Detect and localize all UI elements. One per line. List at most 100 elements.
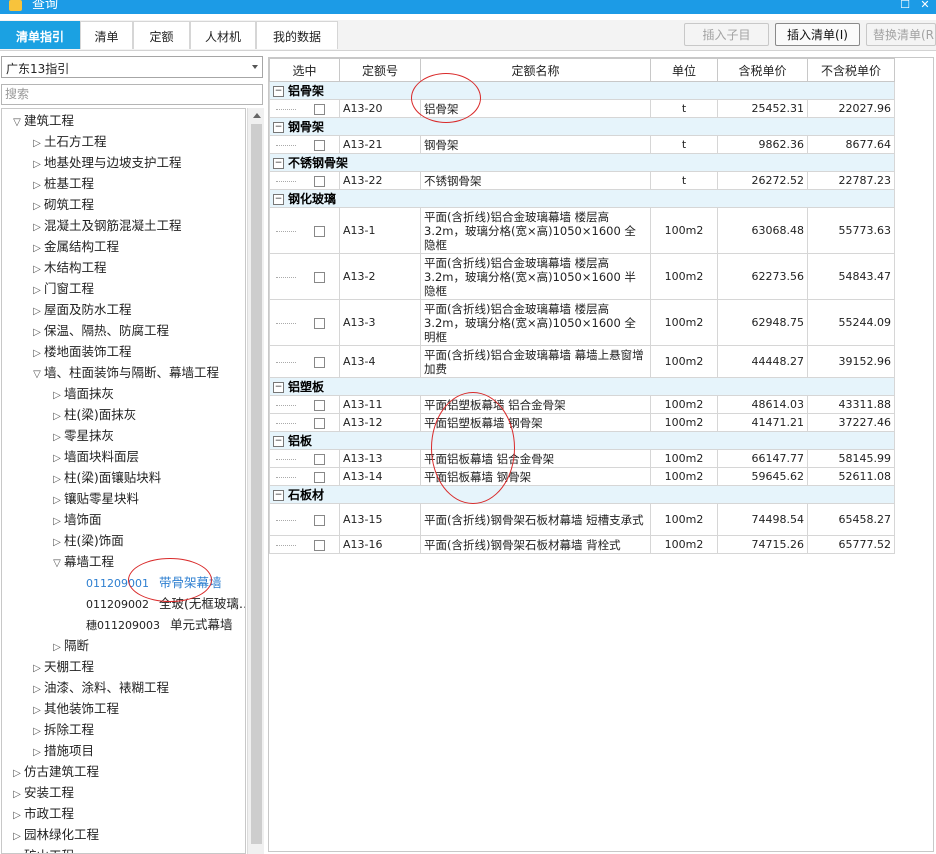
guide-select[interactable]: 广东13指引	[1, 56, 263, 78]
table-row[interactable]: A13-12 平面铝塑板幕墙 钢骨架 100m2 41471.21 37227.46	[269, 413, 895, 432]
expand-icon[interactable]: ▷	[30, 701, 44, 721]
expand-icon[interactable]: ▷	[30, 344, 44, 364]
collapse-icon[interactable]: −	[273, 490, 284, 501]
collapse-icon[interactable]: −	[273, 86, 284, 97]
table-row[interactable]: A13-21 钢骨架 t 9862.36 8677.64	[269, 135, 895, 154]
table-row[interactable]: A13-20 铝骨架 t 25452.31 22027.96	[269, 99, 895, 118]
collapse-icon[interactable]: −	[273, 122, 284, 133]
tree-node[interactable]: ▷ 楼地面装饰工程	[30, 342, 131, 364]
tree-node[interactable]: ▷ 园林绿化工程	[10, 825, 99, 845]
tree-node[interactable]: ▷ 措施项目	[30, 741, 94, 761]
table-row[interactable]: A13-15 平面(含折线)钢骨架石板材幕墙 短槽支承式 100m2 74498.54…	[269, 503, 895, 536]
tree-node[interactable]: ▷ 安装工程	[10, 783, 74, 803]
expand-icon[interactable]: ▷	[10, 848, 24, 853]
group-row[interactable]: − 钢骨架	[269, 117, 895, 136]
tree-node[interactable]: ▷ 桩基工程	[30, 174, 94, 194]
expand-icon[interactable]: ▷	[30, 239, 44, 259]
expand-icon[interactable]: ▷	[30, 680, 44, 700]
scroll-up-icon[interactable]	[253, 113, 261, 118]
tree-node[interactable]: ▷ 隔断	[50, 636, 89, 656]
tree-node[interactable]: ▽ 建筑工程	[10, 111, 74, 131]
replace-list-button[interactable]: 替换清单(R)	[866, 23, 936, 46]
table-row[interactable]: A13-14 平面铝板幕墙 钢骨架 100m2 59645.62 52611.08	[269, 467, 895, 486]
expand-icon[interactable]: ▷	[30, 722, 44, 742]
row-checkbox[interactable]	[314, 453, 325, 465]
table-row[interactable]: A13-2 平面(含折线)铝合金玻璃幕墙 楼层高3.2m，玻璃分格(宽×高)105…	[269, 253, 895, 300]
tree-node[interactable]: ▷ 柱(梁)面抹灰	[50, 405, 136, 425]
tree-node[interactable]: ▷ 屋面及防水工程	[30, 300, 131, 322]
collapse-icon[interactable]: ▽	[50, 554, 64, 574]
maximize-icon[interactable]: ☐	[898, 0, 912, 12]
tree-node[interactable]: ▷ 柱(梁)饰面	[50, 531, 124, 551]
expand-icon[interactable]: ▷	[10, 764, 24, 784]
expand-icon[interactable]: ▷	[10, 785, 24, 805]
insert-list-button[interactable]: 插入清单(I)	[775, 23, 860, 46]
col-header-code[interactable]: 定额号	[339, 58, 421, 82]
tree-node[interactable]: ▷ 墙面块料面层	[50, 447, 139, 467]
close-icon[interactable]: ✕	[918, 0, 932, 12]
tree-node[interactable]: ▷ 天棚工程	[30, 657, 94, 677]
expand-icon[interactable]: ▷	[50, 449, 64, 469]
row-checkbox[interactable]	[314, 471, 325, 483]
row-checkbox[interactable]	[314, 225, 325, 237]
tree-node[interactable]: ▷ 墙饰面	[50, 510, 101, 532]
expand-icon[interactable]: ▷	[10, 827, 24, 847]
group-row[interactable]: − 不锈钢骨架	[269, 153, 895, 172]
row-checkbox[interactable]	[314, 399, 325, 411]
table-row[interactable]: A13-13 平面铝板幕墙 铝合金骨架 100m2 66147.77 58145.99	[269, 449, 895, 468]
tree-node[interactable]: ▷ 柱(梁)面镶贴块料	[50, 468, 161, 488]
table-row[interactable]: A13-3 平面(含折线)铝合金玻璃幕墙 楼层高3.2m，玻璃分格(宽×高)105…	[269, 299, 895, 346]
expand-icon[interactable]: ▷	[50, 386, 64, 406]
tree-node[interactable]: ▷ 木结构工程	[30, 258, 106, 278]
col-header-unit[interactable]: 单位	[650, 58, 718, 82]
tree-node[interactable]: ▷ 混凝土及钢筋混凝土工程	[30, 216, 181, 238]
tree-node[interactable]: ▷ 门窗工程	[30, 279, 94, 299]
tree-node[interactable]: ▷ 土石方工程	[30, 132, 106, 152]
expand-icon[interactable]: ▷	[30, 302, 44, 322]
expand-icon[interactable]: ▷	[30, 197, 44, 217]
collapse-icon[interactable]: −	[273, 158, 284, 169]
expand-icon[interactable]: ▷	[30, 218, 44, 238]
tab-list-guide[interactable]: 清单指引	[0, 21, 80, 49]
tree-node[interactable]: ▷ 其他装饰工程	[30, 699, 119, 719]
expand-icon[interactable]: ▷	[30, 176, 44, 196]
collapse-icon[interactable]: ▽	[10, 113, 24, 133]
tab-quota[interactable]: 定额	[133, 21, 190, 49]
table-row[interactable]: A13-11 平面铝塑板幕墙 铝合金骨架 100m2 48614.03 43311.88	[269, 395, 895, 414]
expand-icon[interactable]: ▷	[50, 638, 64, 658]
group-row[interactable]: − 铝塑板	[269, 377, 895, 396]
tree-node[interactable]: ▷ 零星抹灰	[50, 426, 114, 446]
expand-icon[interactable]: ▷	[10, 806, 24, 826]
table-row[interactable]: A13-1 平面(含折线)铝合金玻璃幕墙 楼层高3.2m，玻璃分格(宽×高)105…	[269, 207, 895, 254]
expand-icon[interactable]: ▷	[30, 659, 44, 679]
table-row[interactable]: A13-16 平面(含折线)钢骨架石板材幕墙 背栓式 100m2 74715.26 65…	[269, 535, 895, 554]
table-row[interactable]: A13-4 平面(含折线)铝合金玻璃幕墙 幕墙上悬窗增加费 100m2 44448.2…	[269, 345, 895, 378]
collapse-icon[interactable]: ▽	[30, 365, 44, 385]
row-checkbox[interactable]	[314, 317, 325, 329]
tree-node[interactable]: ▷ 保温、隔热、防腐工程	[30, 321, 169, 341]
row-checkbox[interactable]	[314, 175, 325, 187]
tree-scrollbar[interactable]	[247, 108, 264, 854]
expand-icon[interactable]: ▷	[50, 491, 64, 511]
tab-labor-material[interactable]: 人材机	[190, 21, 256, 49]
row-checkbox[interactable]	[314, 103, 325, 115]
expand-icon[interactable]: ▷	[50, 407, 64, 427]
tree-node[interactable]: ▷ 市政工程	[10, 804, 74, 824]
tree-node[interactable]: ▽ 幕墙工程	[50, 552, 114, 572]
tree-node[interactable]: ▷ 油漆、涂料、裱糊工程	[30, 678, 169, 698]
collapse-icon[interactable]: −	[273, 436, 284, 447]
col-header-price-ex[interactable]: 不含税单价	[807, 58, 895, 82]
tree-node[interactable]: ▷ 金属结构工程	[30, 237, 119, 257]
row-checkbox[interactable]	[314, 417, 325, 429]
group-row[interactable]: − 铝板	[269, 431, 895, 450]
search-box[interactable]	[1, 84, 263, 105]
expand-icon[interactable]: ▷	[30, 281, 44, 301]
search-input[interactable]	[2, 85, 258, 103]
group-row[interactable]: − 石板材	[269, 485, 895, 504]
group-row[interactable]: − 钢化玻璃	[269, 189, 895, 208]
row-checkbox[interactable]	[314, 139, 325, 151]
expand-icon[interactable]: ▷	[50, 533, 64, 553]
expand-icon[interactable]: ▷	[50, 512, 64, 532]
tree-node[interactable]: ▷ 拆除工程	[30, 720, 94, 740]
tree-leaf-item[interactable]: 穗011209003 单元式幕墙	[86, 615, 233, 635]
